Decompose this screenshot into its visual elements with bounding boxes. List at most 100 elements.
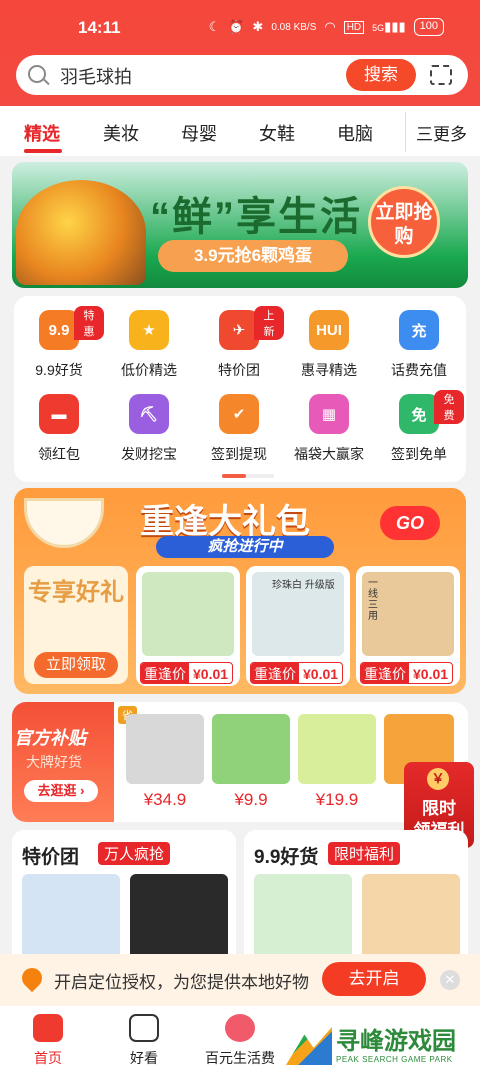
nav-living-fee[interactable]: 百元生活费 [192, 1014, 288, 1068]
card-title: 特价团 [22, 847, 80, 868]
promo-banner[interactable]: “鲜”享生活 3.9元抢6颗鸡蛋 立即抢购 [12, 162, 468, 288]
badge-tehui: 特惠 [74, 306, 104, 340]
calendar-icon: ✔ [219, 394, 259, 434]
entry-glyph: ▬ [51, 405, 67, 423]
entry-glyph: ⛏ [139, 406, 159, 423]
entry-huixun[interactable]: HUI 惠寻精选 [284, 310, 374, 380]
gift-product-3[interactable]: 一线三用 重逢价 ¥0.01 [356, 566, 460, 686]
gift-product-2[interactable]: 珍珠白 升级版 重逢价 ¥0.01 [246, 566, 350, 686]
subsidy-item[interactable]: ¥9.9 [212, 714, 290, 810]
entry-label: 惠寻精选 [301, 362, 357, 378]
item-price: ¥19.9 [315, 790, 359, 809]
entry-glyph: ✔ [232, 406, 246, 423]
watermark-sub: PEAK SEARCH GAME PARK [336, 1054, 453, 1064]
nav-label: 首页 [34, 1050, 62, 1066]
bluetooth-icon: ✱ [252, 19, 264, 34]
entry-glyph: ★ [142, 322, 156, 339]
status-icons: ☾ ⏰ ✱ 0.08 KB/S ◠ HD 5G▮▮▮ 100 [209, 18, 444, 36]
enable-location-button[interactable]: 去开启 [322, 962, 426, 996]
banner-title: “鲜”享生活 [150, 195, 362, 239]
video-icon [129, 1014, 159, 1042]
price-value: ¥0.01 [413, 666, 449, 682]
subsidy-item[interactable]: ¥19.9 [298, 714, 376, 810]
entry-label: 领红包 [38, 446, 80, 462]
card-tag: 限时福利 [328, 842, 401, 865]
product-image: 一线三用 [362, 572, 454, 656]
tab-computer[interactable]: 电脑 [337, 120, 373, 146]
moon-icon: ☾ [208, 19, 221, 34]
entry-lucky-bag[interactable]: ▦ 福袋大赢家 [284, 394, 374, 464]
location-text: 开启定位授权，为您提供本地好物 [54, 973, 309, 992]
product-image [126, 714, 204, 784]
battery-icon: 100 [413, 18, 444, 36]
claim-button[interactable]: 立即领取 [34, 652, 118, 678]
tab-featured[interactable]: 精选 [24, 120, 60, 146]
exclusive-gift-card[interactable]: 专享好礼 立即领取 [24, 566, 128, 684]
entry-glyph: 充 [411, 322, 427, 340]
product-caption: 珍珠白 升级版 [272, 580, 335, 591]
price-label: 重逢价 [361, 663, 409, 683]
hui-icon: HUI [309, 310, 349, 350]
price-label: 重逢价 [251, 663, 299, 683]
status-time: 14:11 [78, 18, 121, 37]
entry-free-order[interactable]: 免免费 签到免单 [374, 390, 464, 464]
alarm-icon: ⏰ [228, 19, 245, 34]
entry-label: 签到免单 [391, 446, 447, 462]
entry-low-price[interactable]: ★ 低价精选 [104, 310, 194, 380]
card-title: 9.9好货 [254, 847, 319, 868]
scan-icon[interactable] [430, 65, 452, 85]
entry-label: 低价精选 [121, 362, 177, 378]
entry-glyph: ✈ [232, 322, 246, 339]
subsidy-item[interactable]: ¥34.9 [126, 714, 204, 810]
red-packet-icon: ▬ [39, 394, 79, 434]
home-icon [33, 1014, 63, 1042]
banner-subtitle: 3.9元抢6颗鸡蛋 [158, 240, 348, 272]
more-categories-button[interactable]: 三更多 [405, 112, 480, 152]
net-speed: 0.08 KB/S [271, 21, 317, 33]
special-group-card[interactable]: 特价团 万人疯抢 [12, 830, 236, 970]
location-prompt: 开启定位授权，为您提供本地好物 去开启 ✕ [0, 954, 480, 1006]
entry-glyph: 9.9 [48, 321, 70, 339]
nav-watch[interactable]: 好看 [96, 1014, 192, 1068]
search-bar[interactable]: 羽毛球拍 搜索 [16, 55, 468, 95]
entry-red-packet[interactable]: ▬ 领红包 [14, 394, 104, 464]
entry-label: 发财挖宝 [121, 446, 177, 462]
search-button[interactable]: 搜索 [346, 59, 416, 91]
search-input[interactable]: 羽毛球拍 [60, 63, 132, 89]
entry-checkin-cash[interactable]: ✔ 签到提现 [194, 394, 284, 464]
item-price: ¥34.9 [143, 790, 187, 809]
entry-9-9[interactable]: 9.9 特惠 9.9好货 [14, 306, 104, 380]
product-image [212, 714, 290, 784]
status-bar: 14:11 ☾ ⏰ ✱ 0.08 KB/S ◠ HD 5G▮▮▮ 100 [0, 0, 480, 52]
entry-recharge[interactable]: 充话费充值 [374, 310, 464, 380]
entry-label: 福袋大赢家 [294, 446, 364, 462]
tab-women-shoes[interactable]: 女鞋 [259, 120, 295, 146]
limit-text1: 限时 [422, 799, 456, 818]
product-image [142, 572, 234, 656]
banner-buy-button[interactable]: 立即抢购 [368, 186, 440, 258]
product-image: 珍珠白 升级版 [252, 572, 344, 656]
exclusive-gift-title: 专享好礼 [28, 579, 124, 606]
watermark-title: 寻峰游戏园 [336, 1027, 456, 1055]
entry-glyph: ▦ [321, 406, 337, 423]
star-icon: ★ [129, 310, 169, 350]
nav-home[interactable]: 首页 [0, 1014, 96, 1068]
tab-beauty[interactable]: 美妆 [103, 120, 139, 146]
mountain-logo-icon [286, 1027, 332, 1065]
gift-product-1[interactable]: 重逢价 ¥0.01 [136, 566, 240, 686]
go-shopping-button[interactable]: 去逛逛 › [24, 780, 98, 802]
nav-label: 百元生活费 [205, 1050, 275, 1066]
gift-go-button[interactable]: GO [380, 506, 440, 540]
entry-dig-treasure[interactable]: ⛏ 发财挖宝 [104, 394, 194, 464]
good-deal-card[interactable]: 9.9好货 限时福利 [244, 830, 468, 970]
close-icon[interactable]: ✕ [440, 970, 460, 990]
hd-icon: HD [343, 20, 365, 34]
badge-free: 免费 [434, 390, 464, 424]
fire-icon: 9.9 [39, 310, 79, 350]
tab-baby[interactable]: 母婴 [181, 120, 217, 146]
quick-entry-grid: 9.9 特惠 9.9好货 ★ 低价精选 ✈ 上新 特价团 HUI 惠寻精选 充话费充值 ▬ 领… [14, 296, 466, 482]
entry-special-group[interactable]: ✈ 上新 特价团 [194, 306, 284, 380]
tab-underline [24, 149, 62, 153]
price-tag: 重逢价 ¥0.01 [140, 662, 234, 684]
price-tag: 重逢价 ¥0.01 [250, 662, 344, 684]
